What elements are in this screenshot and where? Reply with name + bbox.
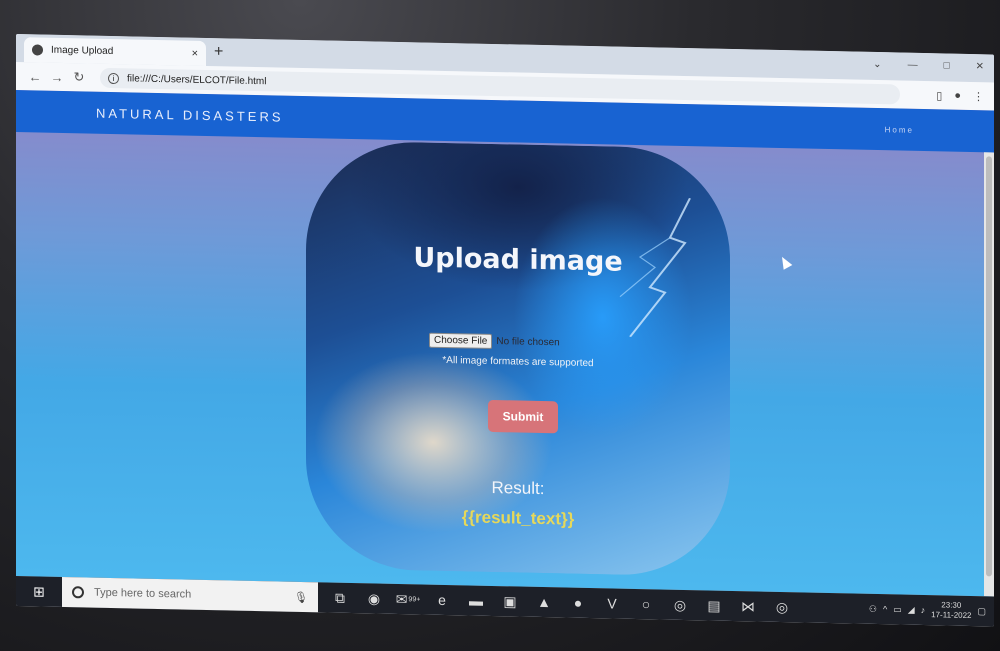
chrome-active-icon[interactable]: ◎ (768, 592, 796, 623)
new-tab-button[interactable]: + (214, 43, 223, 61)
result-label: Result: (491, 477, 545, 499)
file-status: No file chosen (496, 336, 560, 349)
tray-chevron-icon[interactable]: ^ (883, 604, 887, 614)
file-explorer-icon[interactable]: ▬ (462, 585, 490, 616)
battery-icon[interactable]: ▭ (893, 604, 902, 615)
side-panel-icon[interactable]: ▯ (936, 89, 942, 102)
windows-start-icon[interactable]: ⊞ (16, 576, 62, 607)
mouse-cursor (777, 254, 793, 270)
store-icon[interactable]: ▣ (496, 586, 524, 617)
vscode-icon[interactable]: ⋈ (734, 591, 762, 622)
page-scrollbar[interactable] (984, 152, 994, 597)
format-hint: *All image formates are supported (442, 354, 594, 370)
clock-date: 17-11-2022 (931, 610, 972, 621)
whatsapp-icon[interactable]: ◉ (360, 583, 388, 614)
task-view-icon[interactable]: ⧉ (326, 582, 354, 613)
web-page: NATURAL DISASTERS Home Upload image Choo… (16, 90, 994, 597)
network-icon[interactable]: ◢ (908, 604, 915, 615)
address-text: file:///C:/Users/ELCOT/File.html (127, 72, 267, 87)
site-brand[interactable]: NATURAL DISASTERS (96, 105, 284, 124)
minimize-button[interactable]: — (908, 60, 918, 71)
cortana-icon (72, 586, 84, 599)
profile-icon[interactable]: ● (954, 89, 961, 102)
window-controls: ⌄ — □ ✕ (873, 59, 984, 72)
mail-badge: 99+ (408, 595, 421, 603)
close-tab-icon[interactable]: × (192, 47, 198, 59)
close-window-button[interactable]: ✕ (976, 61, 984, 72)
chrome-icon[interactable]: ◎ (666, 590, 694, 621)
taskbar-search[interactable]: Type here to search 🎙 (62, 576, 318, 613)
ring-app-icon[interactable]: ○ (632, 589, 660, 620)
tab-image-upload[interactable]: Image Upload × (24, 37, 206, 66)
scrollbar-thumb[interactable] (986, 156, 992, 577)
submit-button[interactable]: Submit (488, 399, 558, 434)
monitor-photo: Image Upload × + ⌄ — □ ✕ ← → ↻ i file://… (0, 0, 1000, 651)
maximize-button[interactable]: □ (944, 60, 950, 71)
mail-icon[interactable]: ✉ 99+ (394, 584, 422, 615)
vlc-icon[interactable]: ▲ (530, 587, 558, 618)
home-link[interactable]: Home (885, 125, 914, 135)
back-arrow-icon[interactable]: ← (24, 69, 46, 84)
app-v-icon[interactable]: V (598, 588, 626, 619)
choose-file-button[interactable]: Choose File (429, 332, 493, 349)
tab-title: Image Upload (51, 44, 114, 58)
clock[interactable]: 23:30 17-11-2022 (931, 600, 971, 621)
result-text: {{result_text}} (461, 507, 575, 529)
upload-card: Upload image Choose File No file chosen … (306, 140, 730, 577)
media-app-icon[interactable]: ● (564, 587, 592, 618)
reload-icon[interactable]: ↻ (68, 69, 90, 85)
notification-icon[interactable]: ▢ (977, 606, 986, 617)
menu-icon[interactable]: ⋮ (973, 90, 984, 103)
file-input[interactable]: Choose File No file chosen (429, 332, 560, 351)
edge-icon[interactable]: e (428, 585, 456, 616)
search-placeholder: Type here to search (94, 586, 192, 601)
tab-search-icon[interactable]: ⌄ (873, 59, 881, 70)
toolbar-right: ▯ ● ⋮ (936, 89, 984, 103)
people-icon[interactable]: ⚇ (869, 603, 877, 614)
volume-icon[interactable]: ♪ (921, 605, 926, 615)
globe-icon (32, 44, 43, 56)
notepad-icon[interactable]: ▤ (700, 590, 728, 621)
info-icon[interactable]: i (108, 72, 119, 84)
microphone-icon[interactable]: 🎙 (294, 590, 308, 603)
screen: Image Upload × + ⌄ — □ ✕ ← → ↻ i file://… (16, 34, 994, 627)
system-tray: ⚇ ^ ▭ ◢ ♪ 23:30 17-11-2022 ▢ (869, 599, 994, 622)
forward-arrow-icon[interactable]: → (46, 69, 68, 84)
